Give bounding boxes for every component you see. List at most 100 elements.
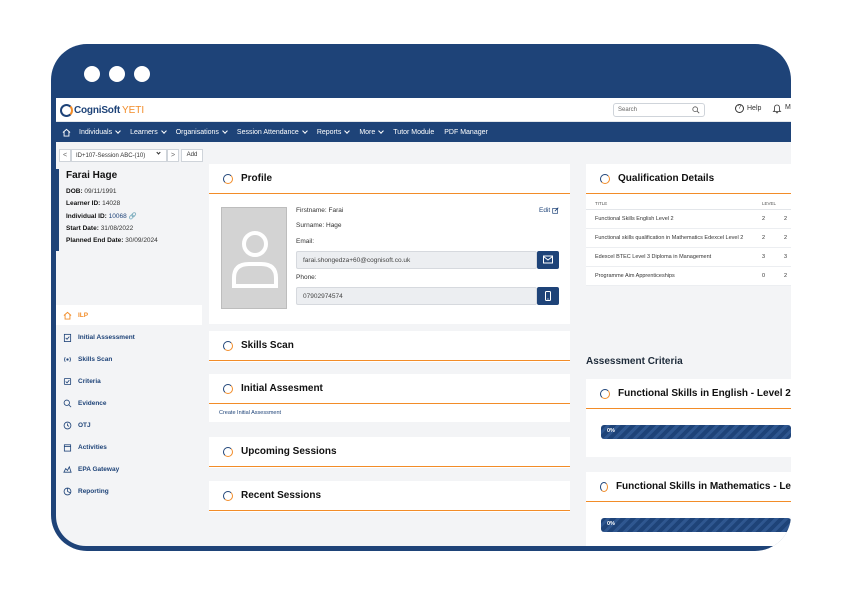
column-level-header: LEVEL [762, 201, 777, 206]
chevron-down-icon [156, 150, 161, 155]
radio-icon [64, 356, 71, 362]
nav-more[interactable]: More [359, 128, 385, 136]
upcoming-sessions-card[interactable]: Upcoming Sessions [209, 437, 570, 468]
nav-session-attendance[interactable]: Session Attendance [237, 128, 308, 136]
table-row[interactable]: Functional Skills English Level 2 2 2 [586, 210, 791, 229]
firstname-value: Farai [328, 207, 344, 214]
dob-label: DOB: [66, 188, 83, 195]
surname-label: Surname: [296, 222, 325, 229]
phone-label: Phone: [296, 274, 317, 281]
initial-assessment-header[interactable]: Initial Assesment [209, 374, 570, 404]
chevron-down-icon [115, 128, 121, 134]
session-select-value: ID+107-Session ABC-(10) [76, 153, 146, 159]
criteria-card-maths: Functional Skills in Mathematics - Le 0% [586, 472, 791, 546]
side-item-skills-scan[interactable]: Skills Scan [56, 349, 202, 369]
side-item-label: Skills Scan [78, 355, 113, 363]
calendar-icon [63, 443, 72, 452]
call-phone-button[interactable] [537, 287, 559, 305]
start-date-label: Start Date: [66, 225, 99, 232]
qualification-cut-value: 2 [784, 273, 788, 279]
edit-label: Edit [539, 207, 551, 214]
search-icon[interactable] [692, 106, 700, 114]
side-item-activities[interactable]: Activities [56, 437, 202, 457]
table-row[interactable]: Edexcel BTEC Level 3 Diploma in Manageme… [586, 248, 791, 267]
side-item-label: Initial Assessment [78, 333, 135, 341]
search-icon [63, 399, 72, 407]
table-row[interactable]: Functional skills qualification in Mathe… [586, 229, 791, 248]
send-email-button[interactable] [537, 251, 559, 269]
side-item-label: Activities [78, 443, 107, 451]
end-date-value: 30/09/2024 [125, 237, 158, 244]
help-icon: ? [735, 104, 744, 113]
side-item-reporting[interactable]: Reporting [56, 481, 202, 501]
side-item-otj[interactable]: OTJ [56, 415, 202, 435]
clipboard-check-icon [63, 333, 72, 342]
progress-value: 0% [607, 428, 615, 434]
chevron-down-icon [160, 128, 167, 134]
side-item-ilp[interactable]: ILP [56, 305, 202, 325]
qualification-table: TITLE LEVEL Functional Skills English Le… [586, 198, 791, 286]
table-row[interactable]: Programme Aim Apprenticeships 0 2 [586, 267, 791, 286]
email-field[interactable]: farai.shongedza+60@cognisoft.co.uk [296, 251, 537, 269]
dob-value: 09/11/1991 [84, 188, 117, 195]
logo-mark-icon [60, 103, 73, 117]
section-ring-icon [223, 446, 233, 457]
help-link[interactable]: ? Help [735, 104, 761, 113]
bell-icon[interactable] [772, 104, 782, 114]
side-item-criteria[interactable]: Criteria [56, 371, 202, 391]
criteria-card-english: Functional Skills in English - Level 2 0… [586, 379, 791, 457]
checklist-icon [63, 377, 72, 385]
upcoming-sessions-title: Upcoming Sessions [241, 446, 337, 457]
side-menu: ILP Initial Assessment Skills Scan Crite… [56, 305, 202, 503]
skills-scan-card[interactable]: Skills Scan [209, 331, 570, 362]
phone-field[interactable]: 07902974574 [296, 287, 537, 305]
home-icon[interactable] [62, 128, 71, 137]
side-item-evidence[interactable]: Evidence [56, 393, 202, 413]
assessment-criteria-heading: Assessment Criteria [586, 356, 683, 367]
header-cut-text: M [785, 104, 791, 111]
side-item-label: Reporting [78, 487, 109, 495]
recent-sessions-card[interactable]: Recent Sessions [209, 481, 570, 512]
session-select[interactable]: ID+107-Session ABC-(10) [71, 149, 167, 162]
individual-id-link[interactable]: 10068 [109, 213, 127, 220]
profile-title: Profile [241, 173, 273, 184]
learner-dob: DOB: 09/11/1991 [66, 188, 204, 195]
qualification-details-title: Qualification Details [618, 173, 715, 184]
add-button[interactable]: Add [181, 149, 203, 162]
criteria-card-header[interactable]: Functional Skills in Mathematics - Le [586, 472, 791, 502]
next-session-button[interactable]: > [167, 149, 179, 162]
section-ring-icon [600, 388, 610, 399]
section-ring-icon [223, 383, 233, 394]
side-item-initial-assessment[interactable]: Initial Assessment [56, 327, 202, 347]
section-ring-icon [223, 173, 233, 184]
search-input[interactable]: Search [613, 103, 705, 117]
top-header: CogniSoft YETI Search ? Help M [56, 98, 791, 122]
edit-icon [552, 207, 559, 214]
side-item-label: ILP [78, 311, 89, 319]
criteria-card-header[interactable]: Functional Skills in English - Level 2 [586, 379, 791, 409]
section-ring-icon [223, 490, 233, 501]
edit-profile-button[interactable]: Edit [539, 207, 559, 214]
create-initial-assessment-link[interactable]: Create Initial Assessment [219, 410, 281, 416]
upcoming-sessions-header: Upcoming Sessions [209, 437, 570, 467]
firstname-row: Firstname: Farai [296, 207, 343, 214]
qualification-title: Edexcel BTEC Level 3 Diploma in Manageme… [595, 254, 712, 260]
nav-learners[interactable]: Learners [130, 128, 167, 136]
side-item-epa-gateway[interactable]: EPA Gateway [56, 459, 202, 479]
search-placeholder: Search [618, 107, 638, 113]
column-title-header: TITLE [595, 201, 608, 206]
nav-pdf-manager[interactable]: PDF Manager [444, 129, 488, 136]
app-logo[interactable]: CogniSoft YETI [60, 102, 144, 118]
window-dot [84, 66, 100, 82]
nav-reports[interactable]: Reports [317, 128, 351, 136]
prev-session-button[interactable]: < [59, 149, 71, 162]
nav-organisations[interactable]: Organisations [176, 128, 228, 136]
logo-accent-text: YETI [121, 104, 145, 116]
learner-id-label: Learner ID: [66, 200, 101, 207]
learner-info: Farai Hage DOB: 09/11/1991 Learner ID: 1… [56, 169, 204, 251]
nav-individuals[interactable]: Individuals [79, 128, 121, 136]
nav-tutor-module[interactable]: Tutor Module [393, 129, 434, 136]
logo-text: CogniSoft [74, 104, 120, 116]
profile-card-header: Profile [209, 164, 570, 194]
device-frame: CogniSoft YETI Search ? Help M Individua… [51, 44, 791, 551]
